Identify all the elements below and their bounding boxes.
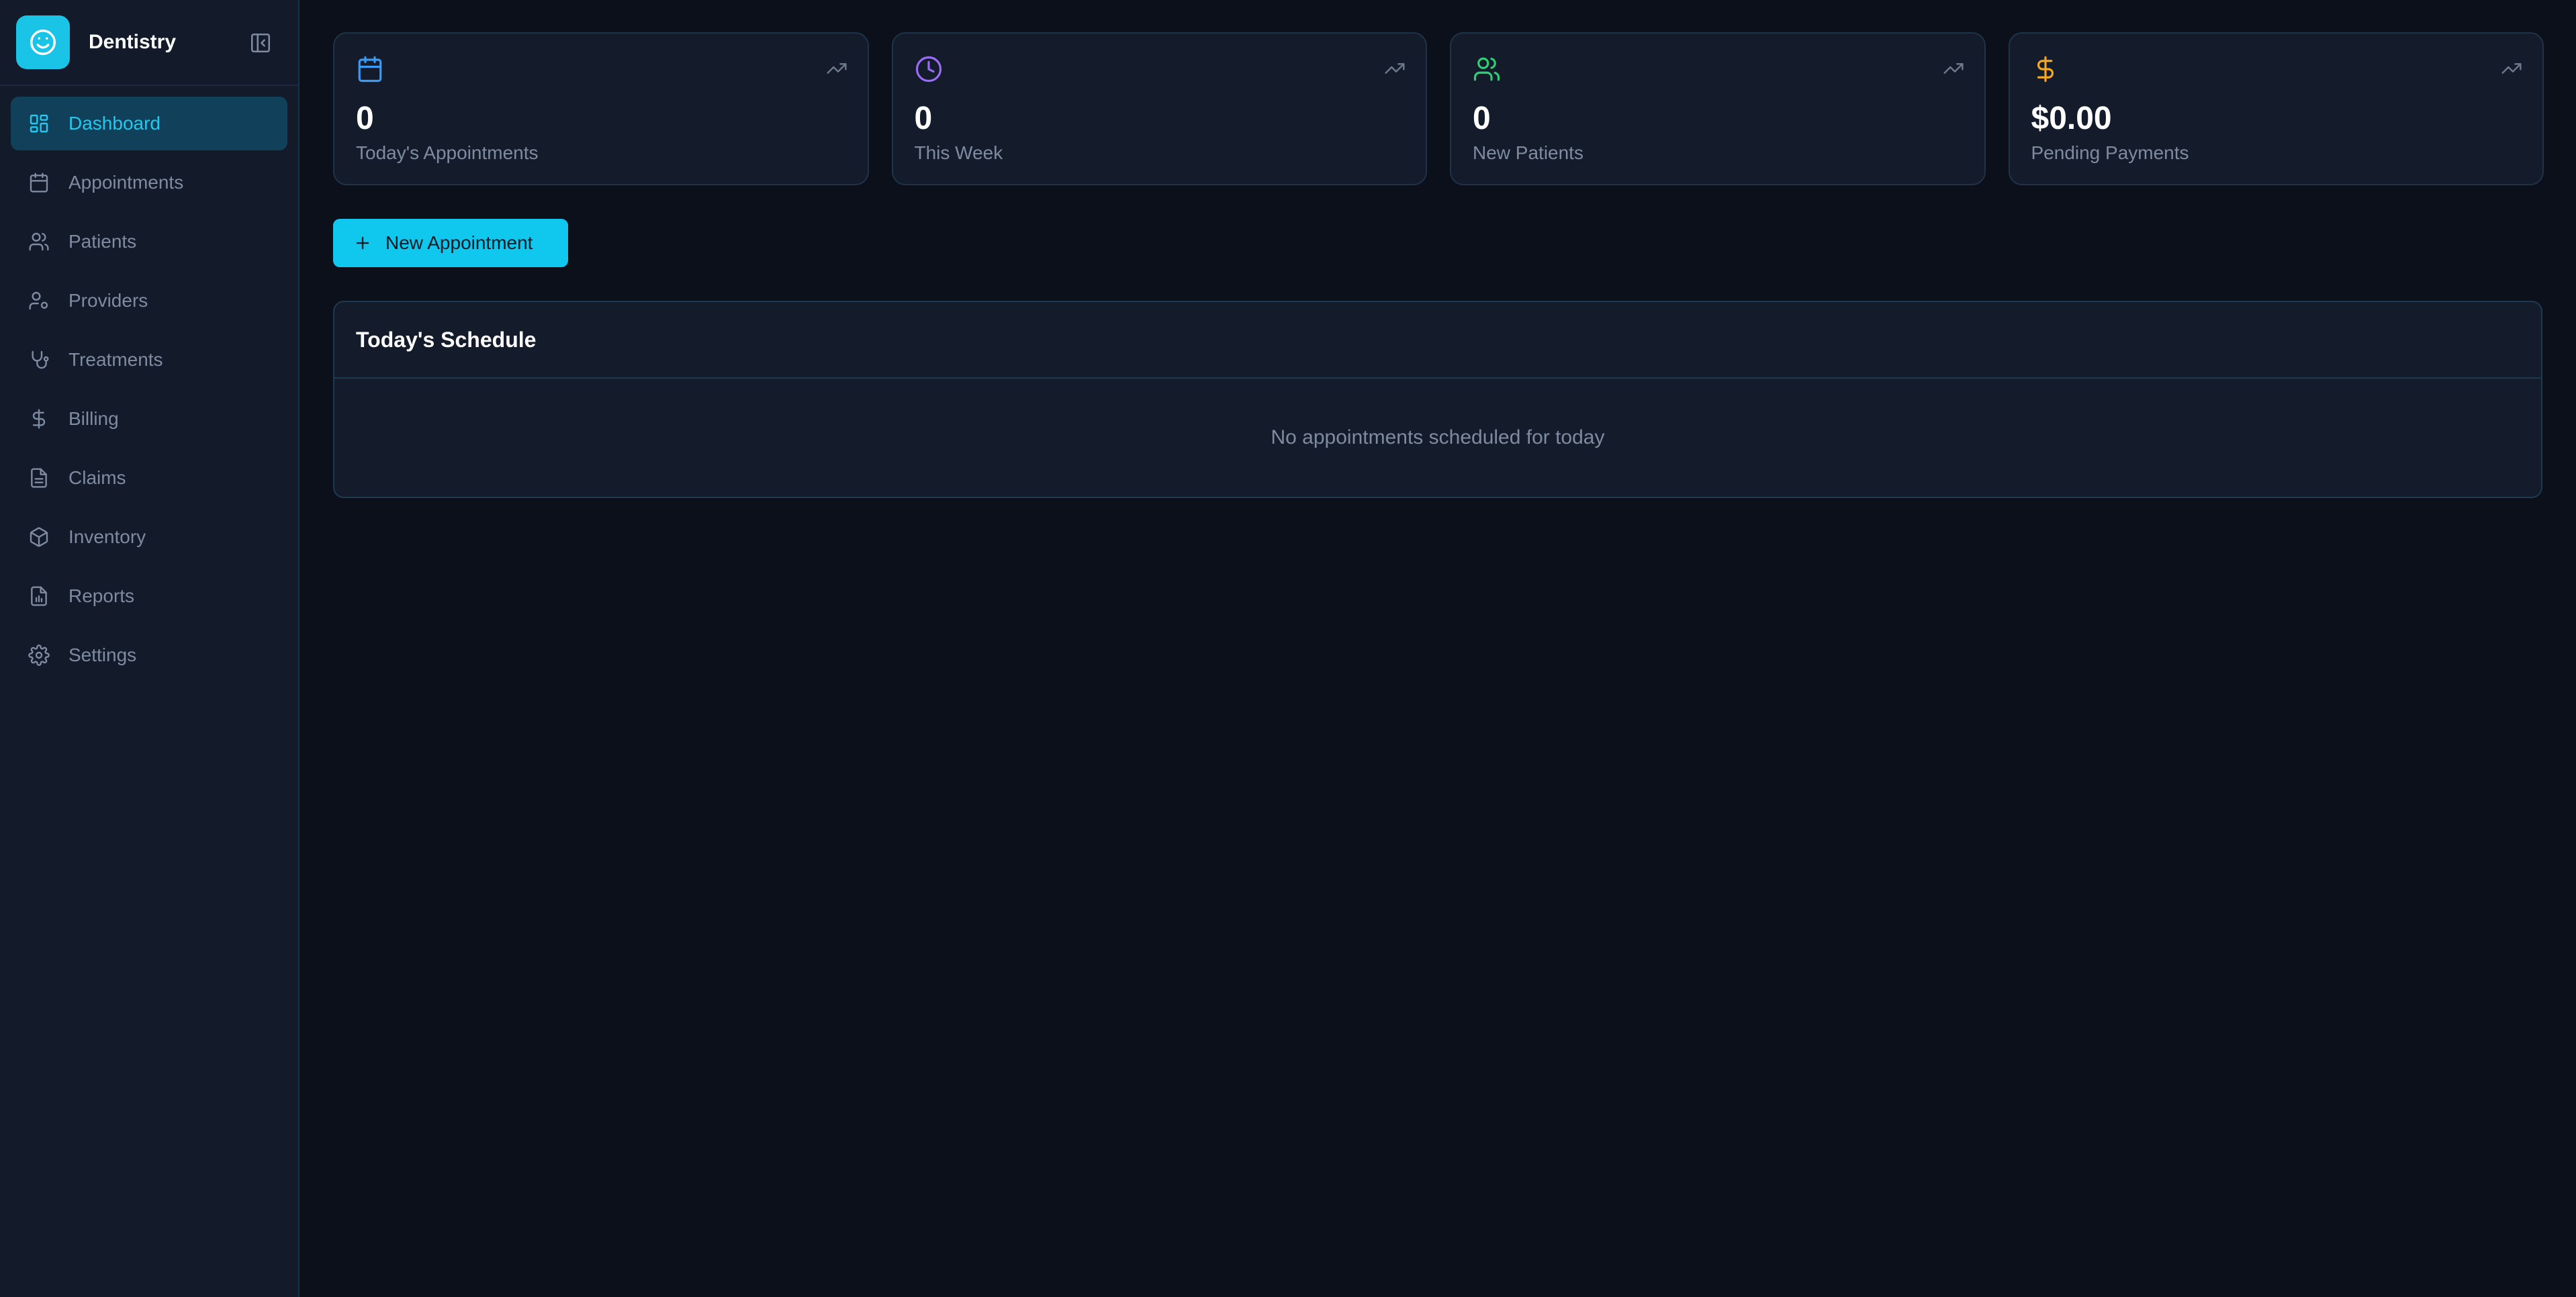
- collapse-sidebar-button[interactable]: [248, 31, 273, 55]
- package-icon: [27, 525, 51, 549]
- new-appointment-button[interactable]: New Appointment: [333, 219, 568, 267]
- stethoscope-icon: [27, 348, 51, 372]
- panel-collapse-icon: [250, 33, 271, 53]
- sidebar-item-claims[interactable]: Claims: [11, 451, 287, 505]
- stat-label: Pending Payments: [2031, 142, 2189, 163]
- user-gear-icon: [27, 289, 51, 313]
- todays-schedule-panel: Today's Schedule No appointments schedul…: [333, 301, 2542, 498]
- empty-message: No appointments scheduled for today: [1271, 426, 1605, 448]
- sidebar-item-label: Appointments: [68, 172, 184, 193]
- sidebar-item-inventory[interactable]: Inventory: [11, 510, 287, 564]
- stat-label: Today's Appointments: [356, 142, 539, 163]
- sidebar-item-reports[interactable]: Reports: [11, 569, 287, 623]
- stat-card-new-patients: 0 New Patients: [1450, 32, 1986, 185]
- app-name: Dentistry: [89, 31, 177, 53]
- brand-header: Dentistry: [0, 0, 298, 86]
- stat-card-this-week: 0 This Week: [891, 32, 1427, 185]
- stat-value: 0: [1473, 101, 1491, 136]
- dollar-icon: [2037, 56, 2054, 83]
- app-root: Dentistry Dashboard Appointments Patient…: [0, 0, 2576, 1297]
- sidebar-item-patients[interactable]: Patients: [11, 215, 287, 269]
- main-content: 0 Today's Appointments 0 This Week 0 New…: [300, 0, 2576, 1297]
- sidebar-item-settings[interactable]: Settings: [11, 628, 287, 682]
- stat-value: $0.00: [2031, 101, 2112, 136]
- trending-up-icon: [1385, 63, 1405, 74]
- calendar-icon: [358, 56, 382, 83]
- stats-row: 0 Today's Appointments 0 This Week 0 New…: [333, 32, 2544, 185]
- stat-card-todays-appointments: 0 Today's Appointments: [333, 32, 869, 185]
- sidebar-item-label: Settings: [68, 644, 137, 665]
- dashboard-icon: [27, 111, 51, 136]
- sidebar-item-label: Claims: [68, 467, 126, 488]
- schedule-empty-state: No appointments scheduled for today: [334, 379, 2541, 497]
- sidebar-item-label: Providers: [68, 290, 148, 311]
- report-icon: [27, 584, 51, 608]
- sidebar-item-billing[interactable]: Billing: [11, 392, 287, 446]
- sidebar: Dentistry Dashboard Appointments Patient…: [0, 0, 300, 1297]
- sidebar-item-label: Inventory: [68, 526, 146, 547]
- sidebar-item-providers[interactable]: Providers: [11, 274, 287, 328]
- smile-logo-icon: [16, 15, 70, 69]
- users-icon: [27, 230, 51, 254]
- stat-value: 0: [914, 101, 933, 136]
- schedule-header: Today's Schedule: [334, 302, 2541, 379]
- trending-up-icon: [826, 63, 847, 74]
- plus-icon: [353, 234, 372, 252]
- dollar-icon: [27, 407, 51, 431]
- sidebar-item-appointments[interactable]: Appointments: [11, 156, 287, 209]
- new-appointment-label: New Appointment: [385, 232, 533, 253]
- sidebar-item-dashboard[interactable]: Dashboard: [11, 97, 287, 150]
- schedule-title: Today's Schedule: [356, 327, 537, 352]
- sidebar-nav: Dashboard Appointments Patients Provider…: [0, 86, 298, 698]
- stat-value: 0: [356, 101, 374, 136]
- file-text-icon: [27, 466, 51, 490]
- trending-up-icon: [1943, 63, 1964, 74]
- trending-up-icon: [2501, 63, 2522, 74]
- sidebar-item-label: Treatments: [68, 349, 163, 370]
- sidebar-item-label: Billing: [68, 408, 119, 429]
- users-icon: [1473, 57, 1500, 81]
- stat-label: New Patients: [1473, 142, 1583, 163]
- stat-label: This Week: [914, 142, 1003, 163]
- sidebar-item-label: Patients: [68, 231, 137, 252]
- sidebar-item-label: Reports: [68, 585, 135, 606]
- clock-icon: [915, 56, 941, 83]
- calendar-icon: [27, 171, 51, 195]
- sidebar-item-treatments[interactable]: Treatments: [11, 333, 287, 387]
- stat-card-pending-payments: $0.00 Pending Payments: [2008, 32, 2544, 185]
- gear-icon: [27, 643, 51, 667]
- sidebar-item-label: Dashboard: [68, 113, 160, 134]
